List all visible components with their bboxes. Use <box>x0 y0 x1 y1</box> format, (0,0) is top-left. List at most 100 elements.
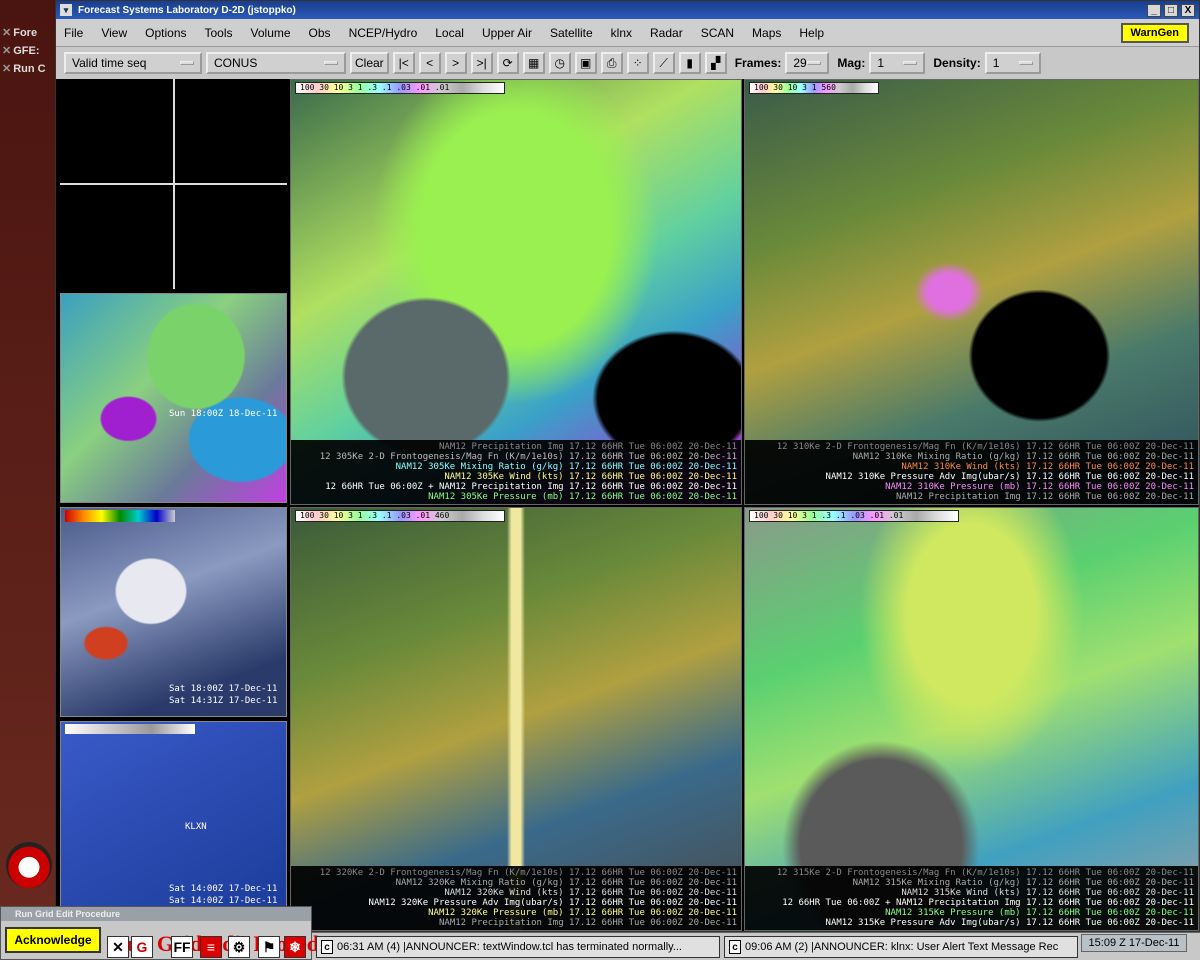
menu-satellite[interactable]: Satellite <box>550 26 593 40</box>
procedure-title[interactable]: Run Grid Edit Procedure <box>1 907 311 921</box>
density-value: 1 <box>992 56 1000 70</box>
frames-combo[interactable]: 29 <box>785 52 830 74</box>
clock-icon[interactable]: ◷ <box>548 52 571 74</box>
legend-line: NAM12 Precipitation Img 17.12 66HR Tue 0… <box>438 442 737 452</box>
density-combo[interactable]: 1 <box>984 52 1041 74</box>
panel-bottom-left[interactable]: 100 30 10 3 1 .3 .1 .03 .01 460 12 320Ke… <box>290 507 742 931</box>
zoom-icon[interactable]: ▣ <box>574 52 597 74</box>
frames-label: Frames: <box>734 56 782 70</box>
tool-x-icon[interactable]: ✕ <box>107 936 129 958</box>
obs-colorbar <box>65 724 195 734</box>
close-button[interactable]: X <box>1181 3 1195 17</box>
menu-obs[interactable]: Obs <box>309 26 331 40</box>
time-sequence-combo[interactable]: Valid time seq <box>64 52 202 74</box>
legend-line: NAM12 310Ke Pressure Adv Img(ubar/s) 17.… <box>825 472 1194 482</box>
legend-line: NAM12 315Ke Pressure (mb) 17.12 66HR Tue… <box>885 908 1194 918</box>
legend-line: NAM12 Precipitation Img 17.12 66HR Tue 0… <box>895 492 1194 502</box>
desktop-item-label: Fore <box>13 27 38 39</box>
menu-help[interactable]: Help <box>799 26 824 40</box>
redhat-logo-icon[interactable] <box>6 842 52 888</box>
first-frame-icon[interactable]: |< <box>392 52 415 74</box>
next-frame-icon[interactable]: > <box>444 52 467 74</box>
desktop-item-run[interactable]: ✕ Run C <box>2 62 46 75</box>
tool-g-icon[interactable]: G <box>131 936 153 958</box>
thumbnail-satellite[interactable]: Sat 18:00Z 17-Dec-11 Sat 14:31Z 17-Dec-1… <box>60 507 287 717</box>
announcer-message-1[interactable]: c 06:31 AM (4) |ANNOUNCER: textWindow.tc… <box>316 936 720 958</box>
ff-icon[interactable]: FF <box>171 936 193 958</box>
window-menu-icon[interactable]: ▾ <box>60 4 72 16</box>
thumb2-time-label-1: Sat 18:00Z 17-Dec-11 <box>169 684 278 694</box>
minimize-button[interactable]: _ <box>1147 3 1161 17</box>
points-icon[interactable]: ⁘ <box>626 52 649 74</box>
legend-line: 12 315Ke 2-D Frontogenesis/Mag Fn (K/m/1… <box>776 868 1194 878</box>
panel-top-left[interactable]: 100 30 10 3 1 .3 .1 .03 .01 .01 NAM12 Pr… <box>290 79 742 505</box>
time-sequence-value: Valid time seq <box>72 56 147 70</box>
panel-top-right[interactable]: 100 30 10 3 1 560 12 310Ke 2-D Frontogen… <box>744 79 1199 505</box>
legend-line: NAM12 310Ke Pressure (mb) 17.12 66HR Tue… <box>885 482 1194 492</box>
menu-radar[interactable]: Radar <box>650 26 683 40</box>
panel-bottom-right[interactable]: 100 30 10 3 1 .3 .1 .03 .01 .01 12 315Ke… <box>744 507 1199 931</box>
scale-value: CONUS <box>214 56 258 70</box>
menu-volume[interactable]: Volume <box>251 26 291 40</box>
legend-line: NAM12 315Ke Wind (kts) 17.12 66HR Tue 06… <box>901 888 1194 898</box>
four-panel-icon[interactable]: ▞ <box>704 52 727 74</box>
desktop-x-icon: ✕ <box>2 45 12 57</box>
panel-legend: 12 310Ke 2-D Frontogenesis/Mag Fn (K/m/1… <box>745 440 1198 504</box>
satellite-colorbar <box>65 510 175 522</box>
thumb3-station-label: KLXN <box>185 822 207 832</box>
window-titlebar[interactable]: ▾ Forecast Systems Laboratory D-2D (jsto… <box>56 1 1199 19</box>
d2d-window: ▾ Forecast Systems Laboratory D-2D (jsto… <box>55 0 1200 932</box>
menubar: File View Options Tools Volume Obs NCEP/… <box>56 19 1199 47</box>
print-icon[interactable]: ⎙ <box>600 52 623 74</box>
menu-maps[interactable]: Maps <box>752 26 781 40</box>
mag-label: Mag: <box>837 56 866 70</box>
panel-legend: 12 315Ke 2-D Frontogenesis/Mag Fn (K/m/1… <box>745 866 1198 930</box>
menu-view[interactable]: View <box>101 26 127 40</box>
scale-combo[interactable]: CONUS <box>206 52 346 74</box>
announcer-c-icon: c <box>321 940 333 954</box>
combo-indicator-icon <box>324 61 338 65</box>
baseline-icon[interactable]: ⟋ <box>652 52 675 74</box>
list-icon[interactable]: ≡ <box>200 936 222 958</box>
menu-file[interactable]: File <box>64 26 83 40</box>
legend-line: NAM12 320Ke Wind (kts) 17.12 66HR Tue 06… <box>444 888 737 898</box>
announcer-message-2[interactable]: c 09:06 AM (2) |ANNOUNCER: klnx: User Al… <box>724 936 1078 958</box>
display-area: Sun 18:00Z 18-Dec-11 Sat 18:00Z 17-Dec-1… <box>56 79 1199 931</box>
loop-icon[interactable]: ⟳ <box>496 52 519 74</box>
divider <box>173 79 175 289</box>
clock-display: 15:09 Z 17-Dec-11 <box>1081 934 1187 952</box>
single-panel-icon[interactable]: ▮ <box>678 52 701 74</box>
thumb-cell <box>60 185 172 289</box>
clear-button[interactable]: Clear <box>350 52 389 74</box>
legend-line: 12 320Ke 2-D Frontogenesis/Mag Fn (K/m/1… <box>319 868 737 878</box>
prev-frame-icon[interactable]: < <box>418 52 441 74</box>
image-combo-icon[interactable]: ▦ <box>522 52 545 74</box>
thumbnail-observations[interactable]: KLXN Sat 14:00Z 17-Dec-11 Sat 14:00Z 17-… <box>60 721 287 931</box>
combo-indicator-icon <box>180 61 194 65</box>
acknowledge-button[interactable]: Acknowledge <box>5 927 101 953</box>
menu-options[interactable]: Options <box>145 26 186 40</box>
network-icon[interactable]: ⚙ <box>228 936 250 958</box>
legend-line: NAM12 310Ke Mixing Ratio (g/kg) 17.12 66… <box>852 452 1194 462</box>
menu-ncep-hydro[interactable]: NCEP/Hydro <box>349 26 418 40</box>
warngen-button[interactable]: WarnGen <box>1120 22 1189 43</box>
panel-colorbar: 100 30 10 3 1 .3 .1 .03 .01 460 <box>295 510 505 522</box>
menu-scan[interactable]: SCAN <box>701 26 734 40</box>
last-frame-icon[interactable]: >| <box>470 52 493 74</box>
legend-line: NAM12 305Ke Mixing Ratio (g/kg) 17.12 66… <box>395 462 737 472</box>
menu-upper-air[interactable]: Upper Air <box>482 26 532 40</box>
thumb-cell <box>60 79 172 183</box>
desktop-item-forecast[interactable]: ✕ Fore <box>2 26 37 39</box>
menu-klnx[interactable]: klnx <box>611 26 632 40</box>
desktop-item-gfe[interactable]: ✕ GFE: <box>2 44 40 57</box>
legend-line: NAM12 320Ke Pressure Adv Img(ubar/s) 17.… <box>368 898 737 908</box>
mag-combo[interactable]: 1 <box>869 52 926 74</box>
panel-colorbar: 100 30 10 3 1 .3 .1 .03 .01 .01 <box>295 82 505 94</box>
thumbnail-model-loop[interactable]: Sun 18:00Z 18-Dec-11 <box>60 293 287 503</box>
maximize-button[interactable]: □ <box>1164 3 1178 17</box>
announcer-c-icon: c <box>729 940 741 954</box>
flag-icon[interactable]: ⚑ <box>258 936 280 958</box>
menu-local[interactable]: Local <box>435 26 464 40</box>
snowflake-icon[interactable]: ❄ <box>284 936 306 958</box>
menu-tools[interactable]: Tools <box>205 26 233 40</box>
